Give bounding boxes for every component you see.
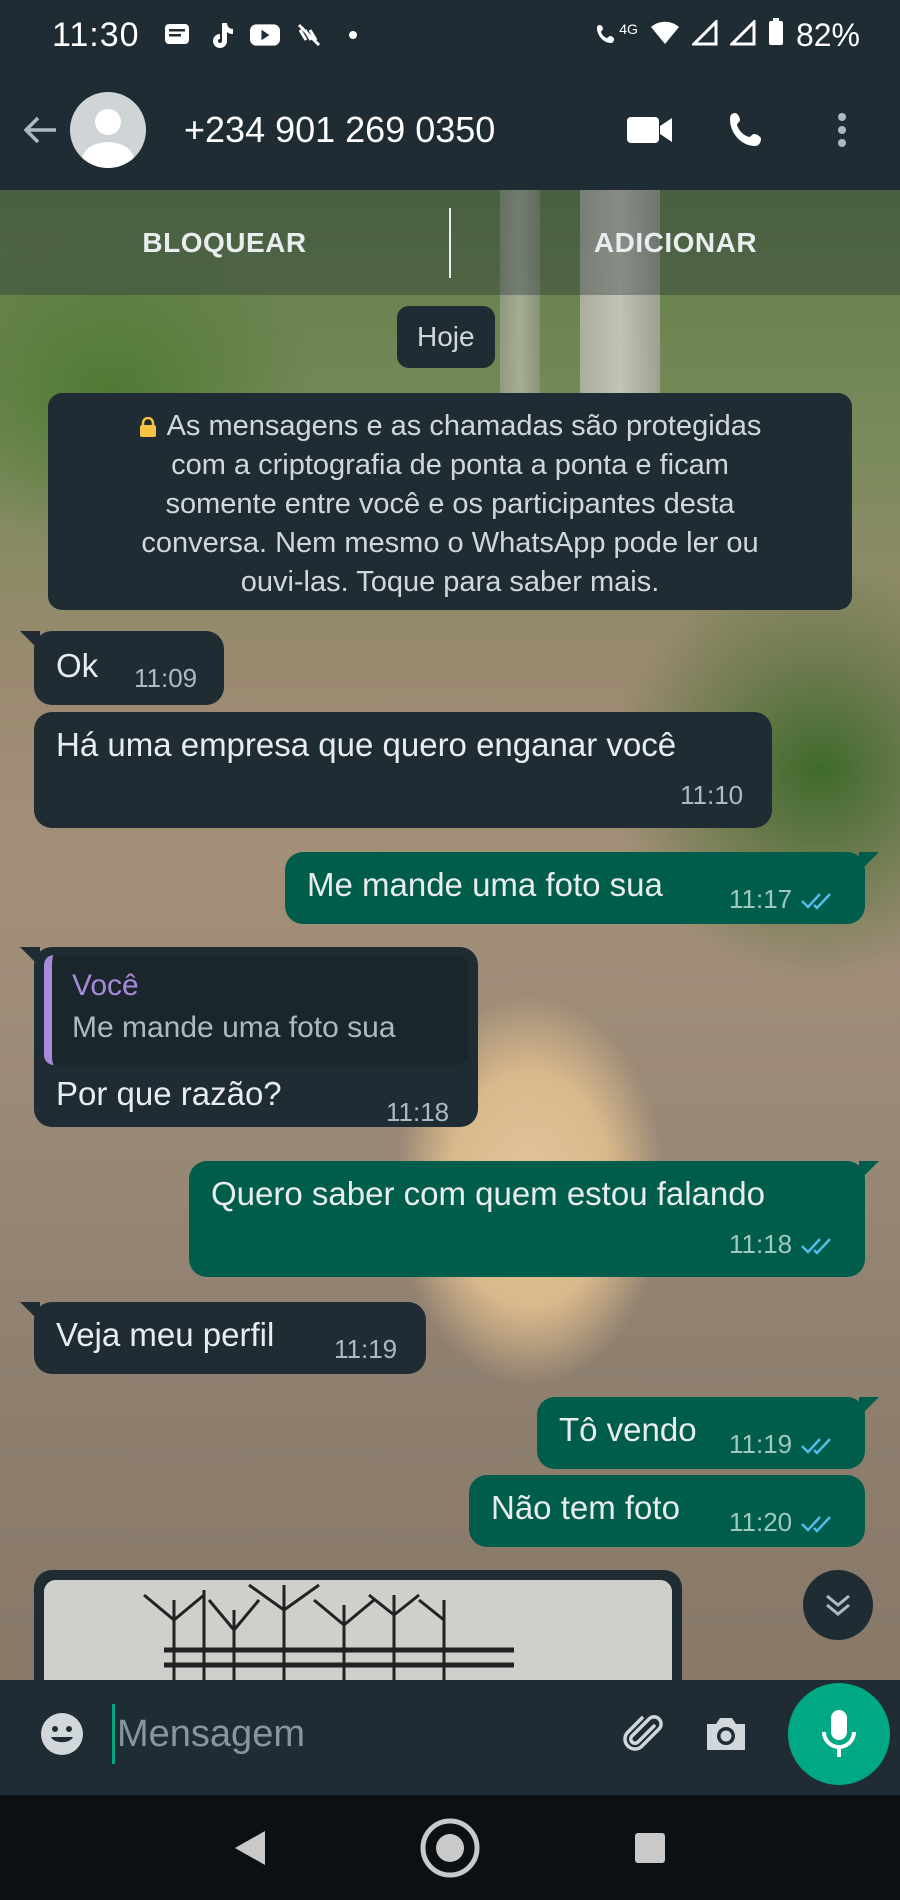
youtube-icon (249, 20, 280, 50)
notice-line: As mensagens e as chamadas são protegida… (166, 410, 762, 442)
add-contact-button[interactable]: ADICIONAR (451, 227, 900, 259)
bubble-tail (20, 947, 40, 967)
attach-icon[interactable] (614, 1704, 674, 1764)
message-time: 11:20 (729, 1507, 793, 1537)
status-bar: 11:30 4G 82% (0, 0, 900, 70)
outgoing-message[interactable]: Tô vendo 11:19 (537, 1397, 879, 1469)
message-composer: Mensagem (12, 1685, 776, 1783)
message-text: Por que razão? (56, 1075, 282, 1112)
read-receipt-icon (801, 1237, 832, 1255)
video-call-icon[interactable] (622, 102, 678, 158)
message-text: Me mande uma foto sua (307, 866, 663, 903)
dot-icon (338, 20, 368, 50)
block-button[interactable]: BLOQUEAR (0, 227, 449, 259)
chat-area[interactable]: BLOQUEAR ADICIONAR Hoje As mensagens e a… (0, 190, 900, 1680)
nav-back-icon[interactable] (215, 1813, 285, 1883)
wifi-icon (650, 17, 680, 54)
message-text: Há uma empresa que quero enganar você (56, 726, 677, 763)
muted-icon (294, 20, 324, 50)
quoted-text: Me mande uma foto sua (72, 1011, 396, 1044)
message-time: 11:18 (729, 1229, 793, 1259)
message-text: Ok (56, 647, 99, 684)
double-chevron-down-icon (826, 1594, 850, 1616)
chat-header: +234 901 269 0350 (0, 70, 900, 190)
message-time: 11:17 (729, 884, 793, 914)
notice-line: conversa. Nem mesmo o WhatsApp pode ler … (141, 527, 759, 559)
notice-line: ouvi-las. Toque para saber mais. (240, 566, 660, 598)
incoming-message[interactable]: Há uma empresa que quero enganar você 11… (34, 712, 772, 828)
incoming-message[interactable]: Ok 11:09 (20, 631, 224, 705)
quoted-message[interactable]: Você Me mande uma foto sua (44, 955, 468, 1065)
emoji-icon[interactable] (32, 1704, 92, 1764)
avatar[interactable] (70, 92, 146, 168)
lock-icon (139, 409, 157, 437)
message-time: 11:19 (334, 1334, 398, 1364)
status-time: 11:30 (52, 15, 140, 54)
message-time: 11:09 (134, 663, 198, 693)
incoming-message[interactable]: Você Me mande uma foto sua Por que razão… (20, 947, 478, 1127)
bubble-tail (859, 1397, 879, 1417)
message-notification-icon (162, 20, 192, 50)
incoming-message[interactable]: Veja meu perfil 11:19 (20, 1302, 426, 1374)
message-text: Veja meu perfil (56, 1316, 275, 1353)
unknown-contact-banner: BLOQUEAR ADICIONAR (0, 190, 900, 295)
notice-line: somente entre você e os participantes de… (165, 488, 735, 520)
read-receipt-icon (801, 892, 832, 910)
wifi-call-icon: 4G (595, 21, 638, 49)
signal-icon-2 (728, 17, 756, 54)
notification-icons (162, 20, 368, 50)
voice-call-icon[interactable] (718, 102, 774, 158)
message-text: Tô vendo (559, 1411, 697, 1448)
read-receipt-icon (801, 1437, 832, 1455)
signal-icon-1 (690, 17, 718, 54)
nav-home-icon[interactable] (415, 1813, 485, 1883)
outgoing-message[interactable]: Não tem foto 11:20 (469, 1475, 865, 1547)
battery-percent: 82% (795, 16, 860, 53)
message-text: Quero saber com quem estou falando (211, 1175, 765, 1212)
encryption-notice[interactable]: As mensagens e as chamadas são protegida… (48, 393, 852, 610)
battery-icon (768, 17, 784, 54)
microphone-icon (822, 1710, 856, 1757)
outgoing-message[interactable]: Me mande uma foto sua 11:17 (285, 852, 879, 924)
message-time: 11:10 (680, 780, 744, 810)
message-meta: 11:17 (729, 884, 834, 915)
image-content (44, 1580, 672, 1680)
message-time: 11:19 (729, 1429, 793, 1459)
voice-message-button[interactable] (788, 1683, 890, 1785)
scroll-to-bottom-button[interactable] (803, 1570, 873, 1640)
bubble-tail (859, 852, 879, 872)
message-meta: 11:18 (729, 1229, 834, 1260)
message-meta: 11:20 (729, 1507, 834, 1538)
message-image[interactable] (44, 1580, 672, 1680)
message-time: 11:18 (386, 1097, 450, 1127)
camera-icon[interactable] (696, 1704, 756, 1764)
bubble-tail (20, 631, 40, 651)
system-navigation-bar (0, 1795, 900, 1900)
bubble-tail (20, 1302, 40, 1322)
message-text: Não tem foto (491, 1489, 680, 1526)
outgoing-message[interactable]: Quero saber com quem estou falando 11:18 (189, 1161, 879, 1277)
nav-recents-icon[interactable] (615, 1813, 685, 1883)
incoming-image-message[interactable] (34, 1570, 682, 1680)
tiktok-icon (206, 20, 236, 50)
network-type: 4G (619, 21, 638, 37)
message-input[interactable]: Mensagem (112, 1704, 592, 1764)
back-arrow-icon[interactable] (10, 100, 70, 160)
message-meta: 11:19 (729, 1429, 834, 1460)
date-chip: Hoje (397, 306, 495, 368)
bubble-tail (859, 1161, 879, 1181)
notice-line: com a criptografia de ponta a ponta e fi… (171, 449, 729, 481)
contact-name[interactable]: +234 901 269 0350 (184, 109, 495, 151)
system-indicators: 4G 82% (595, 17, 860, 54)
read-receipt-icon (801, 1515, 832, 1533)
quoted-sender: Você (72, 969, 139, 1002)
more-options-icon[interactable] (814, 102, 870, 158)
